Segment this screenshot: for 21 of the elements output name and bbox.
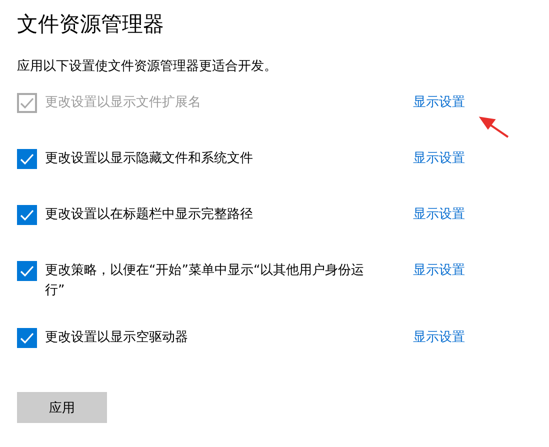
checkmark-icon [19, 263, 35, 279]
setting-label: 更改设置以显示隐藏文件和系统文件 [45, 150, 254, 168]
setting-label: 更改策略，以便在“开始”菜单中显示“以其他用户身份运行” [45, 262, 366, 300]
description-text: 应用以下设置使文件资源管理器更适合开发。 [17, 58, 278, 76]
show-settings-link[interactable]: 显示设置 [413, 205, 465, 225]
checkbox[interactable] [17, 149, 37, 169]
page-title: 文件资源管理器 [17, 11, 165, 38]
checkmark-icon [19, 151, 35, 167]
setting-label: 更改设置以显示空驱动器 [45, 329, 189, 347]
show-settings-link[interactable]: 显示设置 [413, 149, 465, 169]
show-settings-link[interactable]: 显示设置 [413, 328, 465, 348]
setting-label: 更改设置以显示文件扩展名 [45, 94, 202, 112]
setting-label: 更改设置以在标题栏中显示完整路径 [45, 206, 254, 224]
show-settings-link[interactable]: 显示设置 [413, 261, 465, 281]
checkmark-icon [19, 207, 35, 223]
checkbox[interactable] [17, 205, 37, 225]
checkmark-icon [19, 330, 35, 346]
checkbox[interactable] [17, 328, 37, 348]
checkmark-icon [19, 95, 35, 111]
apply-button[interactable]: 应用 [17, 392, 107, 423]
checkbox[interactable] [17, 261, 37, 281]
